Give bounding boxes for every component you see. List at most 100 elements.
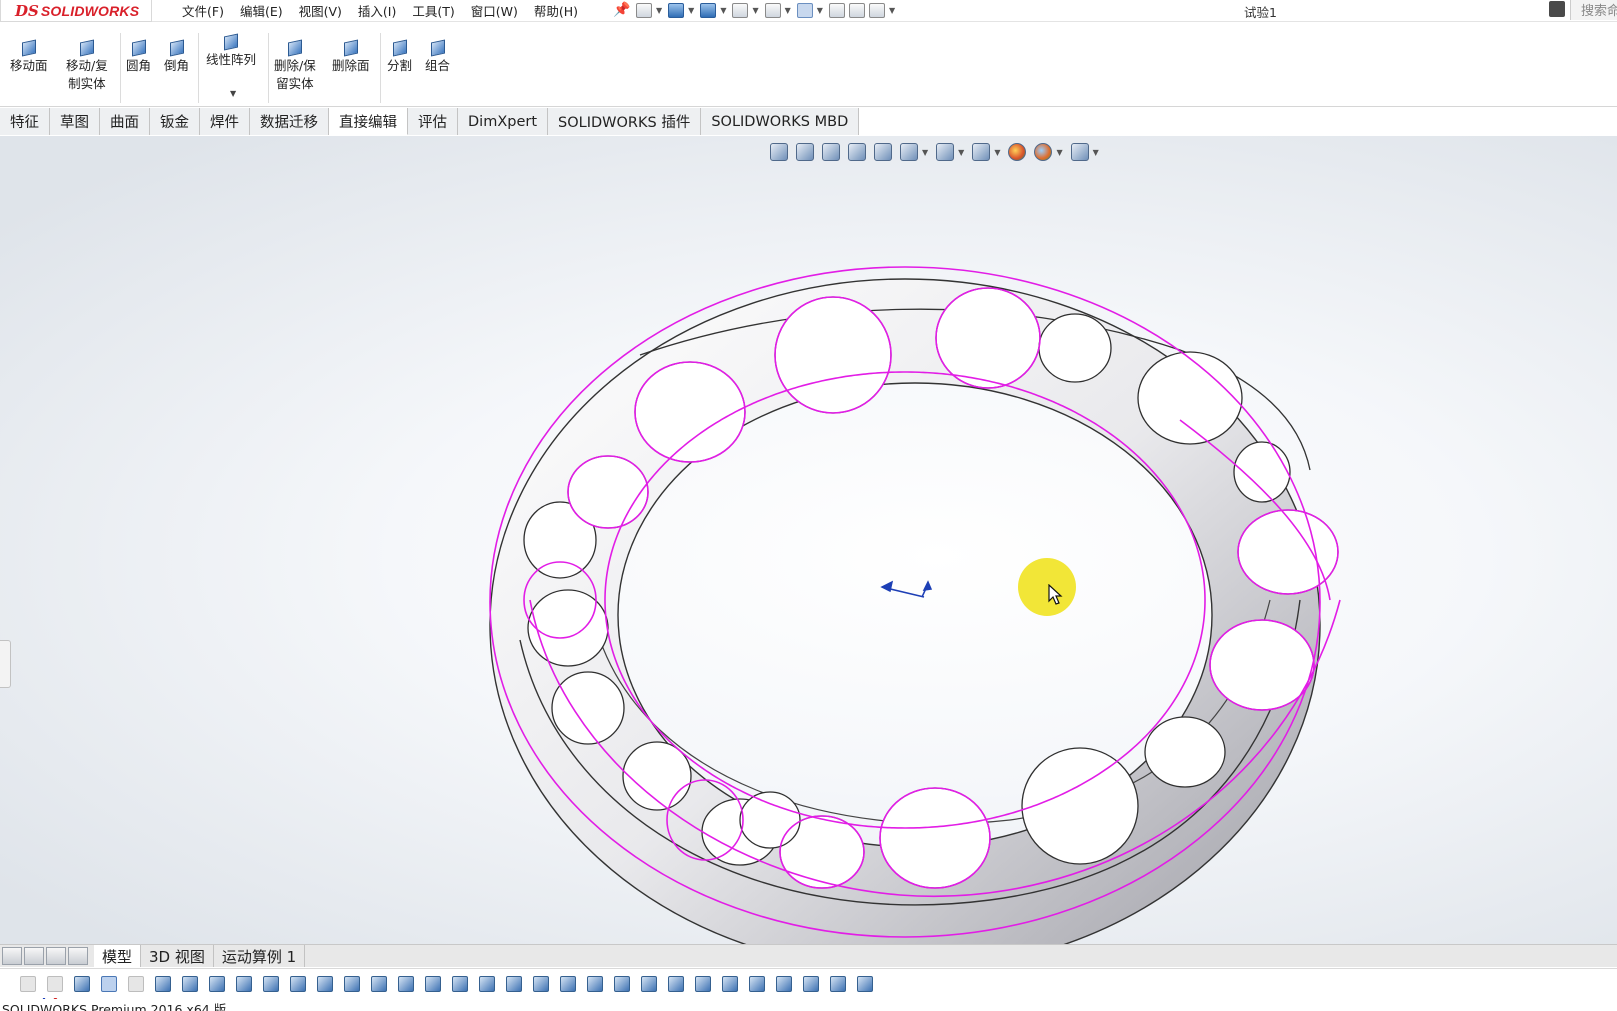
delete-keep-body-button[interactable]: 删除/保 留实体 — [274, 39, 316, 93]
tab-features[interactable]: 特征 — [0, 108, 50, 135]
new-document-icon[interactable] — [636, 2, 652, 18]
filter-sketch-points-icon[interactable] — [344, 975, 360, 992]
filter-solid-bodies-icon[interactable] — [263, 975, 279, 992]
filter-dimensions-icon[interactable] — [479, 975, 495, 992]
filter-icon[interactable] — [20, 975, 36, 992]
filter-routing-points-icon[interactable] — [776, 975, 792, 992]
first-tab-arrow-icon[interactable] — [2, 947, 22, 965]
combine-icon — [428, 39, 448, 57]
command-label-line2: 制实体 — [68, 76, 106, 91]
move-face-button[interactable]: 移动面 — [10, 39, 48, 75]
linear-pattern-button[interactable]: 线性阵列 — [206, 33, 256, 69]
menu-file[interactable]: 文件(F) — [182, 1, 224, 20]
filter-sketch-segments-icon[interactable] — [371, 975, 387, 992]
tab-weldments[interactable]: 焊件 — [200, 108, 250, 135]
menu-help[interactable]: 帮助(H) — [534, 1, 578, 20]
pin-menu-icon[interactable]: 📌 — [613, 2, 630, 18]
filter-geometric-tolerance-icon[interactable] — [533, 975, 549, 992]
filter-sheet-metal-icon[interactable] — [830, 975, 846, 992]
tab-dimxpert[interactable]: DimXpert — [458, 108, 549, 135]
filter-axes-icon[interactable] — [290, 975, 306, 992]
open-dropdown-icon[interactable]: ▼ — [688, 6, 694, 15]
new-dropdown-icon[interactable]: ▼ — [656, 6, 662, 15]
filter-notes-icon[interactable] — [560, 975, 576, 992]
options-dropdown-icon[interactable]: ▼ — [889, 6, 895, 15]
cursor-highlight — [1018, 558, 1076, 616]
rebuild-traffic-light-icon[interactable] — [828, 2, 845, 18]
hole — [1021, 747, 1139, 865]
menu-edit[interactable]: 编辑(E) — [240, 1, 283, 20]
command-label: 组合 — [425, 58, 451, 73]
linear-pattern-dropdown-icon[interactable]: ▼ — [230, 89, 236, 98]
undo-dropdown-icon[interactable]: ▼ — [785, 6, 791, 15]
next-tab-arrow-icon[interactable] — [46, 947, 66, 965]
filter-datum-features-icon[interactable] — [587, 975, 603, 992]
filter-mid-faces-icon[interactable] — [803, 975, 819, 992]
filter-vertices-icon[interactable] — [155, 975, 171, 992]
select-dropdown-icon[interactable]: ▼ — [817, 6, 823, 15]
print-dropdown-icon[interactable]: ▼ — [752, 6, 758, 15]
menu-tools[interactable]: 工具(T) — [412, 1, 454, 20]
tab-surfaces[interactable]: 曲面 — [100, 108, 150, 135]
tab-data-migration[interactable]: 数据迁移 — [250, 108, 329, 135]
filter-weld-symbols-icon[interactable] — [614, 975, 630, 992]
clear-filter-icon[interactable] — [47, 975, 63, 992]
fillet-button[interactable]: 圆角 — [126, 39, 151, 75]
file-properties-icon[interactable] — [848, 2, 865, 18]
filter-center-marks-icon[interactable] — [425, 975, 441, 992]
save-dropdown-icon[interactable]: ▼ — [720, 6, 726, 15]
menu-view[interactable]: 视图(V) — [299, 1, 342, 20]
select-pointer-icon[interactable] — [796, 2, 813, 18]
command-label-line2: 留实体 — [276, 76, 314, 91]
print-icon[interactable] — [732, 2, 749, 18]
ring-model[interactable] — [0, 136, 1617, 944]
tab-model[interactable]: 模型 — [94, 945, 142, 967]
combine-button[interactable]: 组合 — [425, 39, 450, 75]
filter-more-icon[interactable] — [857, 975, 873, 992]
options-gear-icon[interactable] — [868, 2, 885, 18]
solidworks-logo[interactable]: DS SOLIDWORKS — [0, 0, 152, 22]
filter-blocks-icon[interactable] — [695, 975, 711, 992]
filter-planes-icon[interactable] — [317, 975, 333, 992]
search-commands-icon[interactable] — [1549, 1, 1565, 17]
tab-motion-study-1[interactable]: 运动算例 1 — [214, 945, 306, 967]
tab-sketch[interactable]: 草图 — [50, 108, 100, 135]
select-icon[interactable] — [101, 975, 117, 992]
filter-midpoints-icon[interactable] — [398, 975, 414, 992]
tab-3d-views[interactable]: 3D 视图 — [141, 945, 214, 967]
filter-surface-bodies-icon[interactable] — [236, 975, 252, 992]
filter-surface-finish-icon[interactable] — [506, 975, 522, 992]
tab-sheet-metal[interactable]: 钣金 — [150, 108, 200, 135]
command-label: 倒角 — [164, 58, 190, 73]
graphics-area[interactable]: ▼ ▼ ▼ ▼ ▼ — [0, 136, 1617, 1011]
filter-edges-icon[interactable] — [182, 975, 198, 992]
open-icon[interactable] — [668, 2, 685, 18]
filter-connection-points-icon[interactable] — [749, 975, 765, 992]
menu-insert[interactable]: 插入(I) — [358, 1, 396, 20]
tab-evaluate[interactable]: 评估 — [408, 108, 458, 135]
filter-faces-icon[interactable] — [209, 975, 225, 992]
tab-solidworks-mbd[interactable]: SOLIDWORKS MBD — [701, 108, 860, 135]
command-label: 移动面 — [10, 58, 48, 73]
delete-face-button[interactable]: 删除面 — [332, 39, 370, 75]
fillet-icon — [129, 39, 149, 57]
select-dropdown-icon[interactable] — [128, 975, 144, 992]
filter-toggle-icon[interactable] — [74, 975, 90, 992]
prev-tab-arrow-icon[interactable] — [24, 947, 44, 965]
split-button[interactable]: 分割 — [387, 39, 412, 75]
move-copy-body-button[interactable]: 移动/复 制实体 — [66, 39, 108, 93]
tab-direct-editing[interactable]: 直接编辑 — [329, 108, 408, 135]
filter-dowel-pin-icon[interactable] — [722, 975, 738, 992]
chamfer-button[interactable]: 倒角 — [164, 39, 189, 75]
command-label: 线性阵列 — [206, 52, 257, 67]
search-input[interactable]: 搜索命 — [1570, 0, 1617, 20]
last-tab-arrow-icon[interactable] — [68, 947, 88, 965]
save-icon[interactable] — [700, 2, 717, 18]
tab-solidworks-addins[interactable]: SOLIDWORKS 插件 — [548, 108, 702, 135]
menu-window[interactable]: 窗口(W) — [471, 1, 518, 20]
delete-face-icon — [341, 39, 361, 57]
undo-icon[interactable] — [764, 2, 781, 18]
filter-datum-targets-icon[interactable] — [641, 975, 657, 992]
filter-cosmetic-threads-icon[interactable] — [668, 975, 684, 992]
filter-centerline-icon[interactable] — [452, 975, 468, 992]
